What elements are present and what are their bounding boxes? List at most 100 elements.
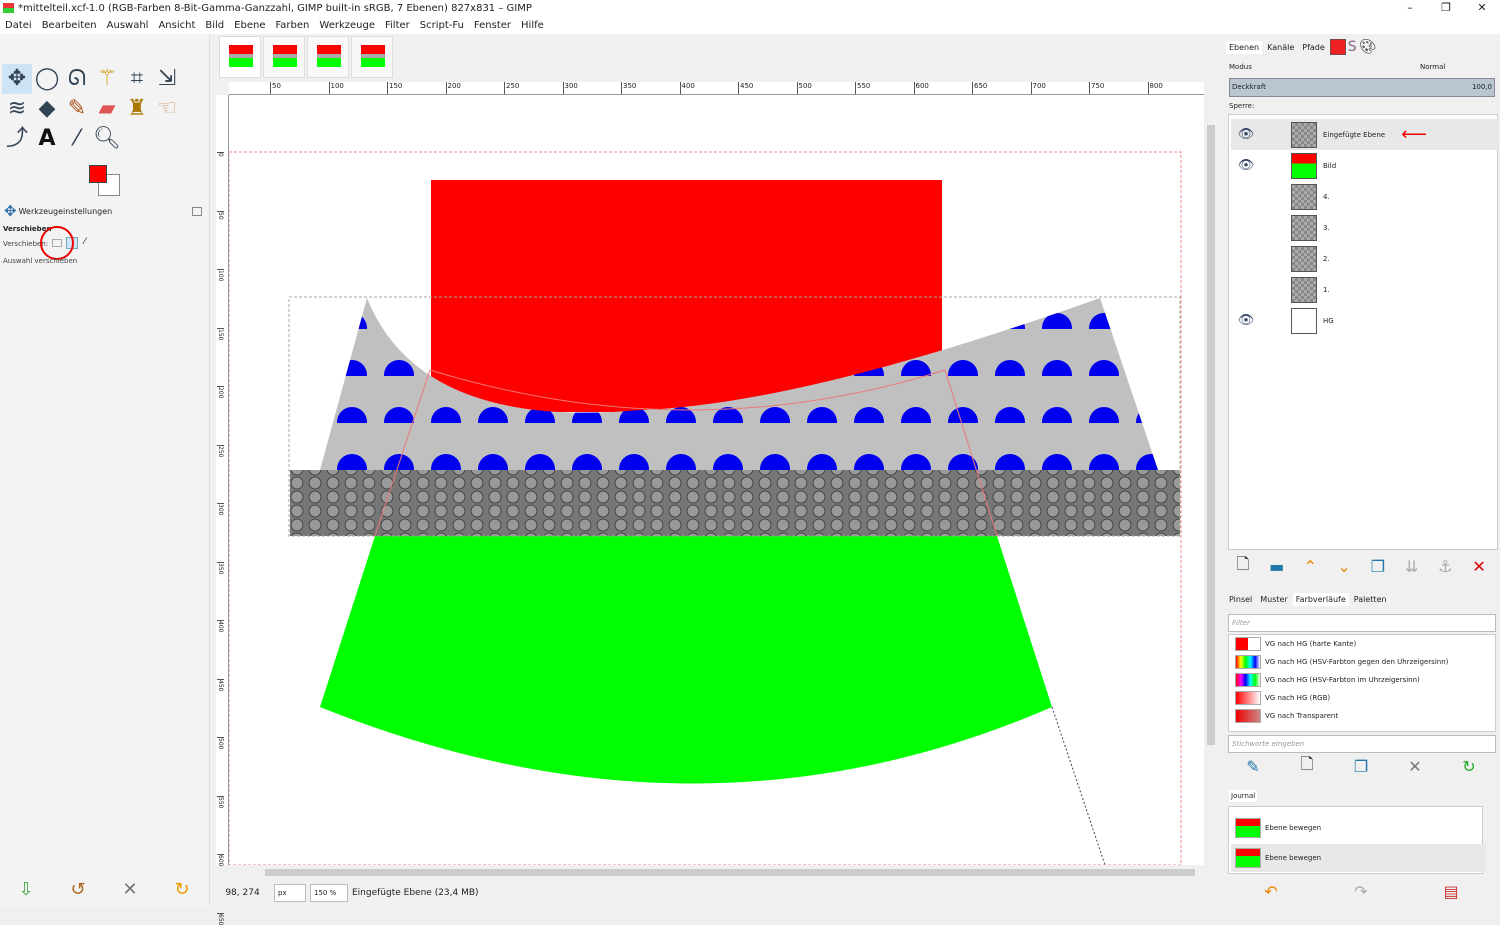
eye-icon[interactable]: 👁︎ [1231, 313, 1261, 328]
menu-fenster[interactable]: Fenster [469, 18, 516, 34]
undo-icon[interactable]: ↶ [1256, 882, 1286, 901]
text-tool-icon[interactable]: A [32, 124, 62, 154]
new-group-icon[interactable]: ▬ [1262, 557, 1292, 576]
menu-ebene[interactable]: Ebene [229, 18, 270, 34]
restore-button[interactable]: ❐ [1428, 0, 1464, 18]
gradient-item[interactable]: VG nach HG (HSV-Farbton gegen den Uhrzei… [1231, 653, 1486, 671]
gradient-item[interactable]: VG nach HG (harte Kante) [1231, 635, 1486, 653]
smudge-icon[interactable]: ☜ [152, 94, 182, 124]
tab-ebenen[interactable]: Ebenen [1226, 40, 1263, 54]
color-picker-icon[interactable]: ⁄ [62, 124, 92, 154]
zoom-icon[interactable]: 🔍︎ [92, 124, 122, 154]
unit-select[interactable]: px [274, 884, 306, 902]
fuzzy-select-icon[interactable]: ⚚ [92, 64, 122, 94]
clear-history-icon[interactable]: ▤ [1436, 882, 1466, 901]
gradient-list: VG nach HG (harte Kante) VG nach HG (HSV… [1228, 634, 1496, 732]
gradient-item[interactable]: VG nach HG (HSV-Farbton im Uhrzeigersinn… [1231, 671, 1486, 689]
menu-hilfe[interactable]: Hilfe [516, 18, 549, 34]
gradient-item[interactable]: VG nach HG (RGB) [1231, 689, 1486, 707]
refresh-gradients-icon[interactable]: ↻ [1454, 757, 1484, 776]
colormap-tab-icon[interactable] [1329, 39, 1346, 55]
image-tab-active[interactable] [219, 36, 261, 78]
tab-pfade[interactable]: Pfade [1299, 41, 1328, 54]
menu-bild[interactable]: Bild [200, 18, 229, 34]
eye-icon[interactable]: 👁︎ [1231, 127, 1261, 142]
raise-layer-icon[interactable]: ⌃ [1295, 557, 1325, 576]
zoom-select[interactable]: 150 % [310, 884, 348, 902]
menu-datei[interactable]: Datei [0, 18, 37, 34]
ruler-label: 100 [217, 269, 224, 282]
new-gradient-icon[interactable]: 🗋 [1292, 753, 1322, 780]
save-options-icon[interactable]: ⇩ [18, 879, 33, 900]
tags-input[interactable]: Stichworte eingeben [1228, 735, 1496, 753]
edit-gradient-icon[interactable]: ✎ [1238, 757, 1268, 776]
warp-icon[interactable]: ≋ [2, 94, 32, 124]
histogram-tab-icon[interactable]: S [1348, 39, 1357, 55]
paths-icon[interactable]: ⤴ [2, 124, 32, 154]
layer-row[interactable]: 3. [1231, 212, 1499, 243]
paintbrush-icon[interactable]: ✎ [62, 94, 92, 124]
tab-pinsel[interactable]: Pinsel [1226, 593, 1255, 606]
layer-row[interactable]: 👁︎ HG [1231, 305, 1499, 336]
menu-werkzeuge[interactable]: Werkzeuge [314, 18, 380, 34]
tool-options-tab[interactable]: ✥ Werkzeugeinstellungen [0, 200, 208, 222]
panel-menu-icon[interactable] [192, 206, 202, 216]
minimize-button[interactable]: – [1392, 0, 1428, 18]
foreground-color-swatch[interactable] [89, 165, 107, 183]
opacity-slider[interactable]: Deckkraft 100,0 [1229, 78, 1495, 97]
clone-stamp-icon[interactable]: ♜ [122, 94, 152, 124]
scale-icon[interactable]: ⇲ [152, 64, 182, 94]
layer-row[interactable]: 👁︎ Bild [1231, 150, 1499, 181]
layer-row[interactable]: 👁︎ Eingefügte Ebene ⟵ [1231, 119, 1499, 150]
layer-row[interactable]: 4. [1231, 181, 1499, 212]
menu-farben[interactable]: Farben [270, 18, 314, 34]
tab-kanaele[interactable]: Kanäle [1264, 41, 1297, 54]
ellipse-select-icon[interactable]: ◯ [32, 64, 62, 94]
reset-options-icon[interactable]: ↻ [174, 879, 189, 900]
eye-icon[interactable]: 👁︎ [1231, 158, 1261, 173]
redo-icon[interactable]: ↷ [1346, 882, 1376, 901]
filter-input[interactable]: Filter [1228, 614, 1496, 632]
horizontal-scrollbar[interactable] [229, 866, 1204, 878]
menu-script-fu[interactable]: Script-Fu [415, 18, 469, 34]
menu-bearbeiten[interactable]: Bearbeiten [37, 18, 102, 34]
image-tab[interactable] [307, 36, 349, 78]
eraser-icon[interactable]: ▰ [92, 94, 122, 124]
delete-layer-icon[interactable]: ✕ [1464, 557, 1494, 576]
crop-icon[interactable]: ⌗ [122, 64, 152, 94]
menu-ansicht[interactable]: Ansicht [153, 18, 200, 34]
move-path-radio[interactable]: ⁄ [84, 237, 86, 247]
journal-item[interactable]: Ebene bewegen [1231, 844, 1486, 872]
tab-farbverlaeufe[interactable]: Farbverläufe [1292, 592, 1349, 606]
ruler-label: 250 [217, 444, 224, 457]
new-layer-icon[interactable]: 🗋 [1228, 553, 1258, 580]
delete-options-icon[interactable]: ✕ [122, 879, 137, 900]
ruler-label: 250 [504, 82, 519, 94]
tab-paletten[interactable]: Paletten [1351, 593, 1390, 606]
menu-auswahl[interactable]: Auswahl [102, 18, 154, 34]
image-tab[interactable] [263, 36, 305, 78]
duplicate-layer-icon[interactable]: ❐ [1363, 557, 1393, 576]
bucket-fill-icon[interactable]: ◆ [32, 94, 62, 124]
lower-layer-icon[interactable]: ⌄ [1329, 557, 1359, 576]
move-tool-icon[interactable]: ✥ [2, 64, 32, 94]
palette-tab-icon[interactable]: 🎨︎ [1359, 39, 1377, 55]
image-tab[interactable] [351, 36, 393, 78]
lasso-icon[interactable]: ᘏ [62, 64, 92, 94]
merge-down-icon[interactable]: ⇊ [1397, 557, 1427, 576]
layer-row[interactable]: 2. [1231, 243, 1499, 274]
delete-gradient-icon[interactable]: ✕ [1400, 757, 1430, 776]
close-button[interactable]: ✕ [1464, 0, 1500, 18]
mode-select[interactable]: Normal [1420, 63, 1445, 71]
menu-filter[interactable]: Filter [380, 18, 415, 34]
anchor-icon[interactable]: ⚓︎ [1430, 557, 1460, 576]
image-canvas[interactable] [229, 95, 1204, 865]
restore-options-icon[interactable]: ↺ [70, 879, 85, 900]
vertical-scrollbar[interactable] [1204, 95, 1218, 866]
gradient-item[interactable]: VG nach Transparent [1231, 707, 1486, 725]
journal-item[interactable]: Ebene bewegen [1231, 815, 1486, 841]
tab-muster[interactable]: Muster [1257, 593, 1291, 606]
layer-row[interactable]: 1. [1231, 274, 1499, 305]
tab-journal[interactable]: Journal [1229, 790, 1258, 802]
duplicate-gradient-icon[interactable]: ❐ [1346, 757, 1376, 776]
